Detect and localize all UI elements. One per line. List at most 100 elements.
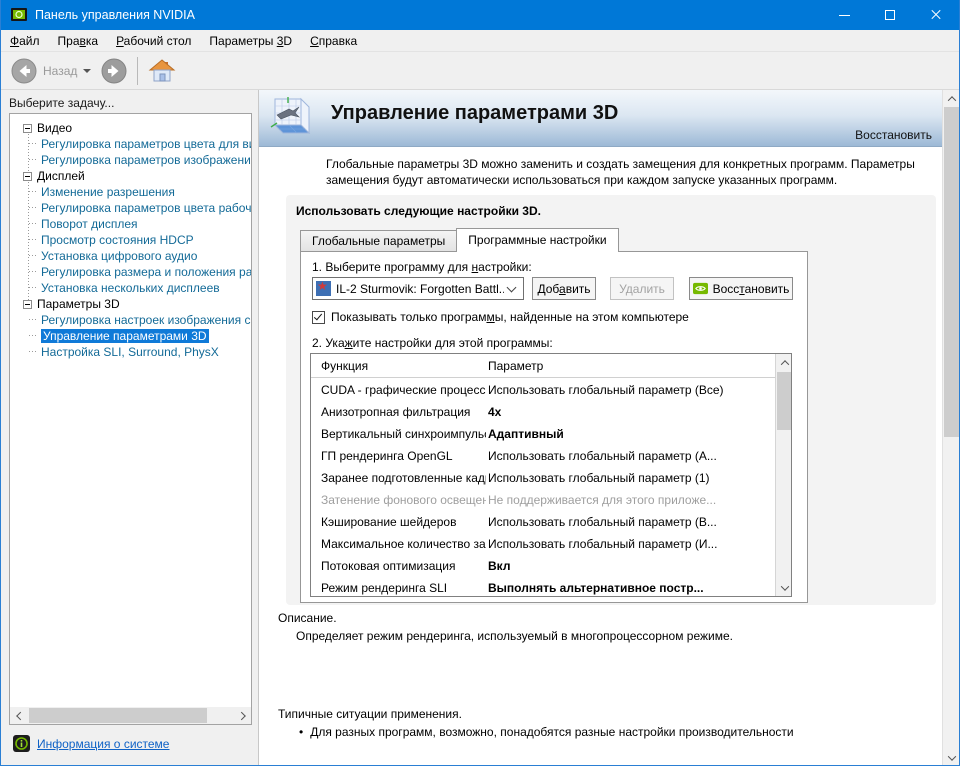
tree-item-image-settings-preview[interactable]: Регулировка настроек изображения с просм… [10, 312, 251, 328]
tree-item-change-resolution[interactable]: Изменение разрешения [10, 184, 251, 200]
settings-table: Функция Параметр CUDA - графические проц… [310, 353, 792, 597]
tree-item-multiple-displays[interactable]: Установка нескольких дисплеев [10, 280, 251, 296]
scroll-down-icon[interactable] [776, 579, 793, 596]
titlebar: Панель управления NVIDIA [1, 0, 959, 30]
tree-item-digital-audio[interactable]: Установка цифрового аудио [10, 248, 251, 264]
table-header-row: Функция Параметр [311, 354, 791, 378]
nvidia-app-icon [11, 7, 27, 23]
scroll-up-icon[interactable] [943, 90, 959, 107]
table-row[interactable]: Максимальное количество заранее под...Ис… [311, 533, 774, 555]
tree-item-manage-3d-settings[interactable]: Управление параметрами 3D [10, 328, 251, 344]
system-info-link[interactable]: Информация о системе [37, 737, 169, 751]
menu-help[interactable]: Справка [301, 30, 366, 52]
tree-item-rotate-display[interactable]: Поворот дисплея [10, 216, 251, 232]
remove-button[interactable]: Удалить [610, 277, 674, 300]
table-row[interactable]: Вертикальный синхроимпульс Адаптивный [311, 423, 774, 445]
description-heading: Описание. [278, 611, 337, 625]
tree-expander-icon[interactable] [23, 172, 32, 181]
task-tree: Видео Регулировка параметров цвета для в… [9, 113, 252, 725]
show-only-installed-label: Показывать только программы, найденные н… [331, 310, 689, 324]
scroll-up-icon[interactable] [776, 354, 793, 371]
manage-3d-settings-icon [269, 95, 315, 141]
maximize-icon [885, 10, 895, 20]
scroll-left-icon[interactable] [10, 707, 27, 724]
tree-category-3d-settings[interactable]: Параметры 3D [10, 296, 251, 312]
intro-text: Глобальные параметры 3D можно заменить и… [326, 157, 915, 187]
table-row[interactable]: Кэширование шейдеров Использовать глобаль… [311, 511, 774, 533]
tab-program-settings[interactable]: Программные настройки [456, 228, 619, 252]
nvidia-eye-icon [692, 282, 708, 295]
back-dropdown-caret-icon[interactable] [83, 68, 92, 73]
scrollbar-thumb[interactable] [29, 708, 207, 723]
main-vertical-scrollbar[interactable] [942, 90, 959, 765]
tree-category-display[interactable]: Дисплей [10, 168, 251, 184]
table-row[interactable]: Режим рендеринга SLI Выполнять альтернати… [311, 577, 774, 599]
navigation-toolbar: Назад [1, 52, 959, 90]
tree-item-hdcp-status[interactable]: Просмотр состояния HDCP [10, 232, 251, 248]
menubar: Файл Правка Рабочий стол Параметры 3D Сп… [1, 30, 959, 52]
maximize-button[interactable] [867, 0, 913, 30]
usage-heading: Типичные ситуации применения. [278, 707, 462, 721]
sidebar-header: Выберите задачу... [9, 96, 115, 110]
main-panel: Управление параметрами 3D Восстановить Г… [259, 90, 942, 765]
specify-settings-label: 2. Укажите настройки для этой программы: [312, 336, 553, 350]
tree-item-video-image[interactable]: Регулировка параметров изображения для в… [10, 152, 251, 168]
tree-category-video[interactable]: Видео [10, 120, 251, 136]
system-info-row: Информация о системе [13, 735, 169, 752]
table-row[interactable]: ГП рендеринга OpenGL Использовать глобаль… [311, 445, 774, 467]
back-label: Назад [43, 63, 78, 78]
tree-item-video-color[interactable]: Регулировка параметров цвета для видео [10, 136, 251, 152]
menu-edit[interactable]: Правка [49, 30, 108, 52]
home-icon [149, 58, 176, 81]
close-button[interactable] [913, 0, 959, 30]
description-text: Определяет режим рендеринга, используемы… [296, 629, 733, 643]
column-header-parameter: Параметр [488, 359, 544, 373]
page-header: Управление параметрами 3D Восстановить [259, 90, 942, 147]
restore-button[interactable]: Восстановить [689, 277, 793, 300]
table-body: CUDA - графические процессорыИспользоват… [311, 379, 774, 596]
menu-file[interactable]: Файл [1, 30, 49, 52]
tree-item-desktop-size-position[interactable]: Регулировка размера и положения рабочего… [10, 264, 251, 280]
checkbox-checked-icon [313, 311, 323, 320]
scrollbar-thumb[interactable] [777, 372, 791, 430]
system-info-icon [13, 735, 30, 752]
scroll-down-icon[interactable] [943, 749, 959, 765]
table-scrollbar[interactable] [775, 354, 791, 596]
scroll-right-icon[interactable] [234, 707, 251, 724]
tree-item-desktop-color[interactable]: Регулировка параметров цвета рабочего ст… [10, 200, 251, 216]
add-button[interactable]: Добавить [532, 277, 596, 300]
scrollbar-thumb[interactable] [944, 107, 959, 437]
tree-expander-icon[interactable] [23, 124, 32, 133]
page-title: Управление параметрами 3D [331, 102, 619, 124]
settings-tabs: Глобальные параметры Программные настрой… [300, 228, 619, 252]
table-row[interactable]: Потоковая оптимизация Вкл [311, 555, 774, 577]
tree-horizontal-scrollbar[interactable] [10, 707, 251, 724]
window-title: Панель управления NVIDIA [35, 8, 195, 22]
restore-defaults-link[interactable]: Восстановить [855, 128, 932, 142]
tree-item-sli-surround-physx[interactable]: Настройка SLI, Surround, PhysX [10, 344, 251, 360]
settings-group: Использовать следующие настройки 3D. Гло… [286, 195, 936, 605]
back-button[interactable] [11, 58, 37, 84]
tab-global-settings[interactable]: Глобальные параметры [300, 230, 458, 252]
select-program-label: 1. Выберите программу для настройки: [312, 260, 532, 274]
table-row[interactable]: Заранее подготовленные кадры вирту...Исп… [311, 467, 774, 489]
tree-expander-icon[interactable] [23, 300, 32, 309]
table-row[interactable]: Затенение фонового освещения Не поддержив… [311, 489, 774, 511]
program-settings-pane: 1. Выберите программу для настройки: IL-… [300, 251, 808, 603]
toolbar-separator [137, 56, 139, 85]
table-row[interactable]: Анизотропная фильтрация 4x [311, 401, 774, 423]
column-header-function: Функция [321, 359, 369, 373]
section-title: Использовать следующие настройки 3D. [296, 204, 541, 218]
menu-desktop[interactable]: Рабочий стол [107, 30, 200, 52]
forward-button[interactable] [101, 58, 127, 84]
window-controls [821, 0, 959, 30]
minimize-button[interactable] [821, 0, 867, 30]
menu-3d-settings[interactable]: Параметры 3D [200, 30, 301, 52]
table-row[interactable]: CUDA - графические процессорыИспользоват… [311, 379, 774, 401]
task-sidebar: Выберите задачу... Видео Регулировка пар… [1, 90, 259, 765]
minimize-icon [838, 14, 850, 16]
program-select[interactable]: IL-2 Sturmovik: Forgotten Battl... [312, 277, 524, 300]
show-only-installed-checkbox[interactable] [312, 310, 325, 324]
home-button[interactable] [148, 57, 176, 85]
program-select-value: IL-2 Sturmovik: Forgotten Battl... [336, 281, 504, 296]
